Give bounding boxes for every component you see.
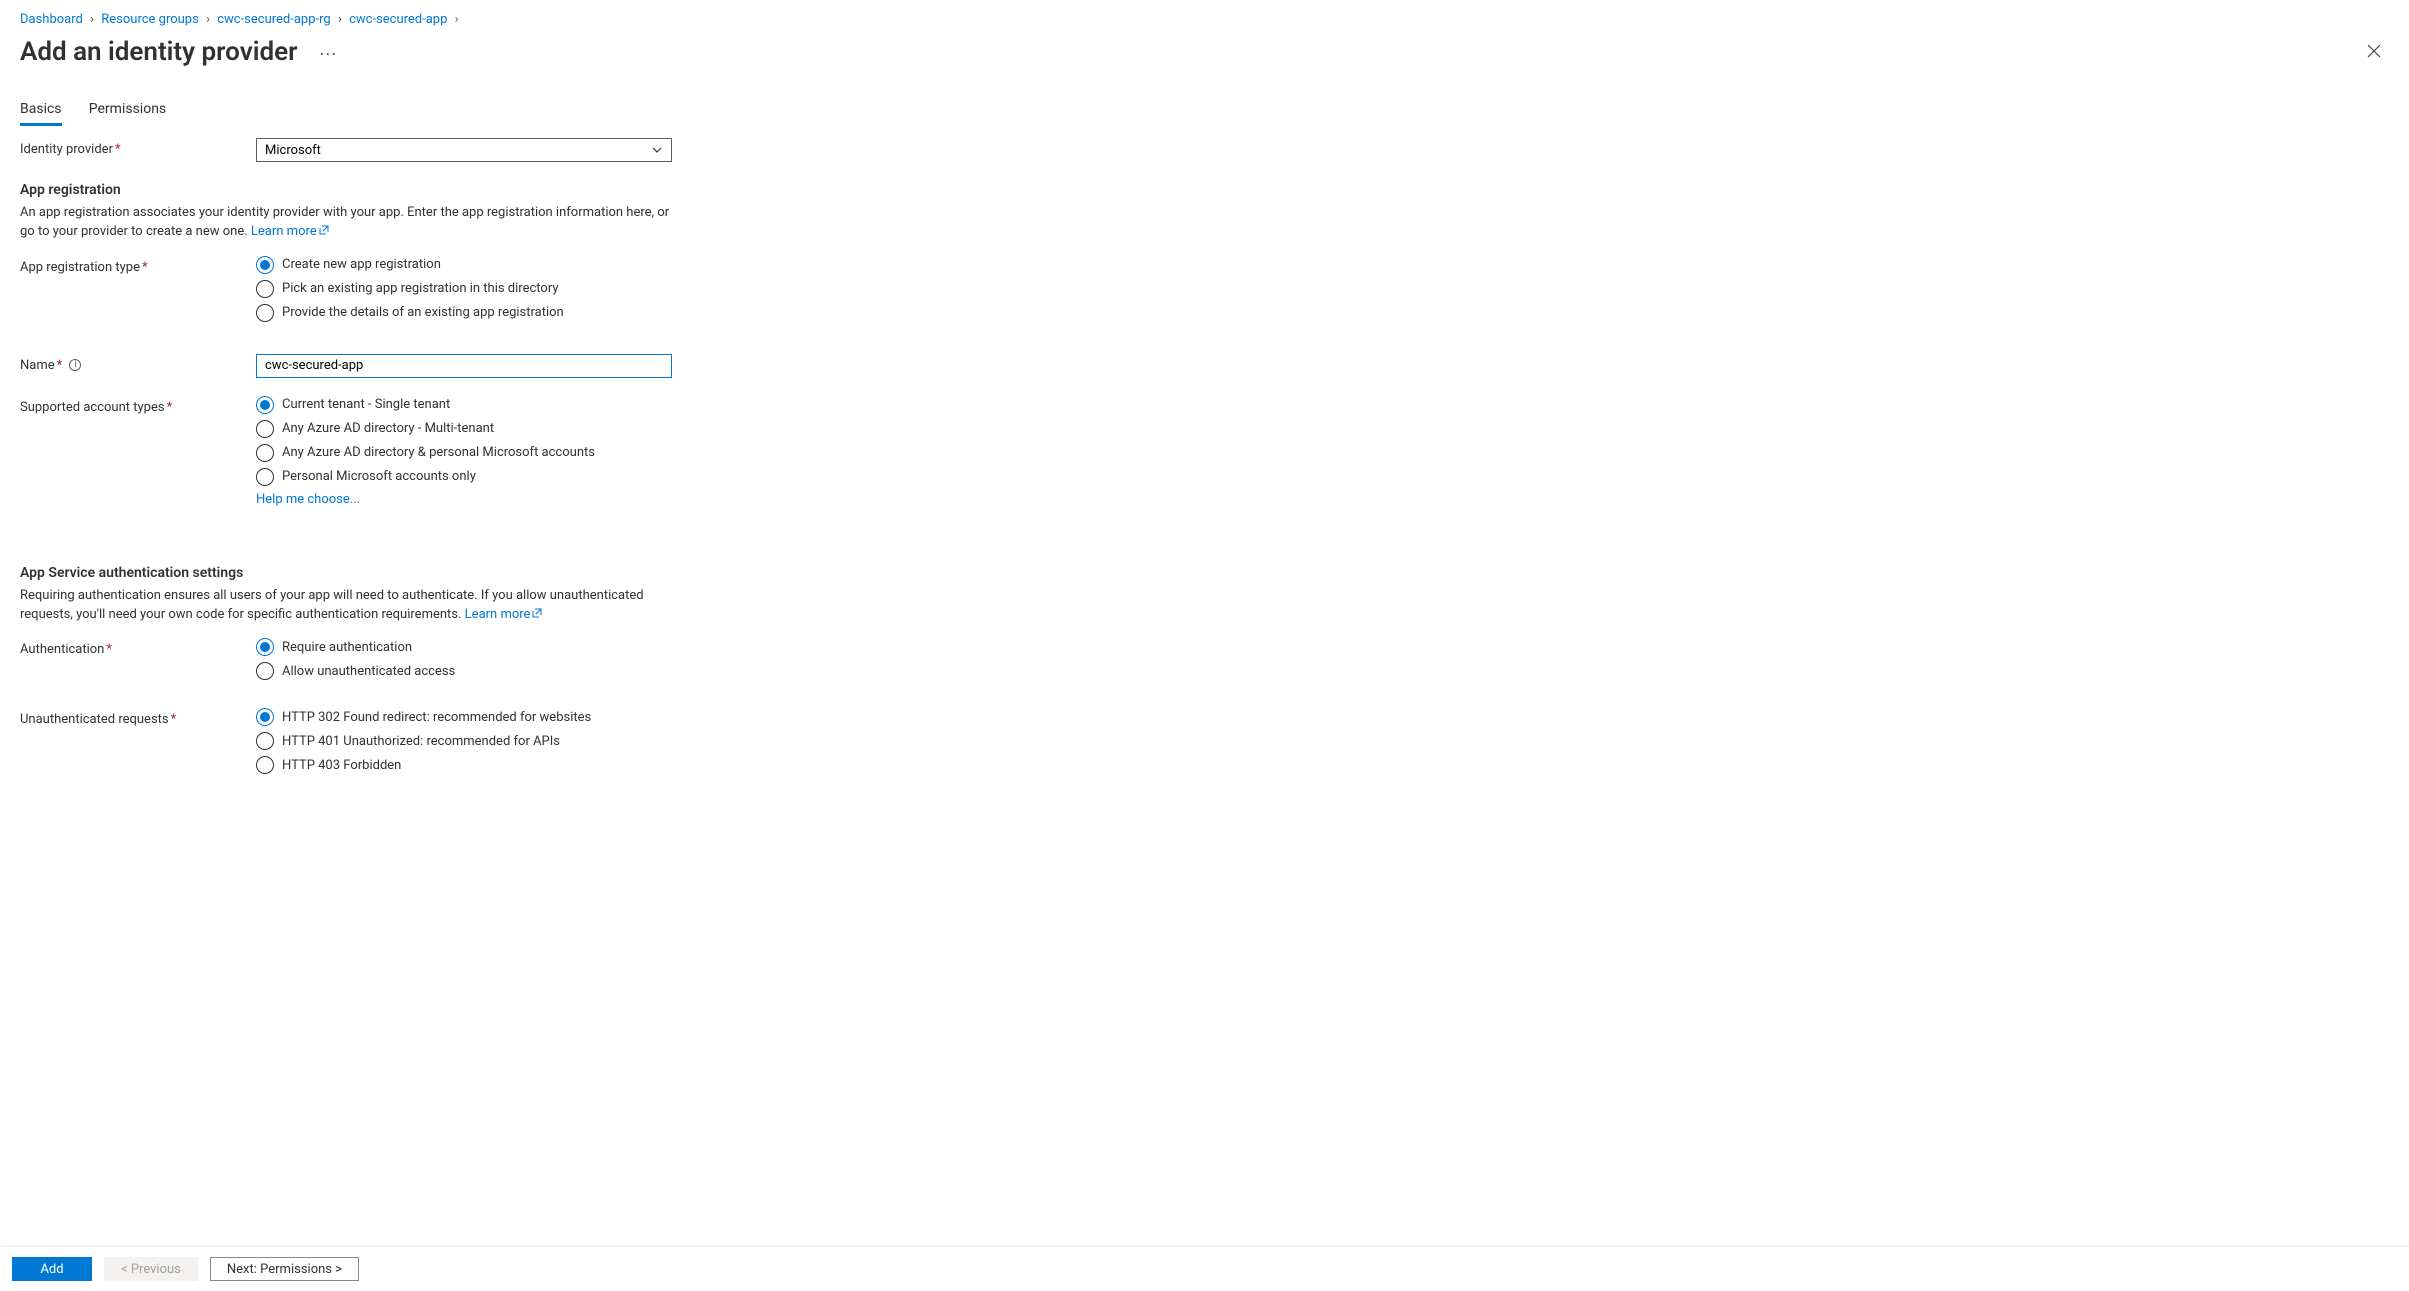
radio-icon (256, 756, 274, 774)
radio-label: Provide the details of an existing app r… (282, 305, 564, 320)
radio-allow-unauthenticated[interactable]: Allow unauthenticated access (256, 662, 455, 680)
identity-provider-label: Identity provider (20, 142, 113, 157)
breadcrumb-link-rg-name[interactable]: cwc-secured-app-rg (217, 12, 331, 27)
breadcrumb-link-dashboard[interactable]: Dashboard (20, 12, 83, 27)
name-input[interactable] (256, 354, 672, 378)
radio-icon (256, 420, 274, 438)
page-title: Add an identity provider (20, 37, 297, 67)
radio-http-403[interactable]: HTTP 403 Forbidden (256, 756, 591, 774)
radio-label: Pick an existing app registration in thi… (282, 281, 559, 296)
name-label: Name (20, 358, 55, 373)
help-me-choose-link[interactable]: Help me choose... (256, 492, 360, 507)
radio-icon (256, 732, 274, 750)
auth-settings-description: Requiring authentication ensures all use… (20, 588, 644, 622)
external-link-icon (319, 223, 329, 233)
required-indicator: * (171, 712, 177, 727)
identity-provider-select[interactable]: Microsoft (256, 138, 672, 162)
radio-http-302[interactable]: HTTP 302 Found redirect: recommended for… (256, 708, 591, 726)
required-indicator: * (167, 400, 173, 415)
radio-require-authentication[interactable]: Require authentication (256, 638, 455, 656)
radio-icon (256, 396, 274, 414)
required-indicator: * (142, 260, 148, 275)
radio-label: Personal Microsoft accounts only (282, 469, 476, 484)
radio-icon (256, 280, 274, 298)
supported-account-types-label: Supported account types (20, 400, 165, 415)
app-registration-description: An app registration associates your iden… (20, 205, 669, 239)
auth-settings-learn-more-link[interactable]: Learn more (465, 607, 543, 622)
radio-label: Create new app registration (282, 257, 441, 272)
chevron-right-icon: › (86, 12, 98, 27)
radio-any-azure-ad-multi[interactable]: Any Azure AD directory - Multi-tenant (256, 420, 595, 438)
radio-any-azure-ad-personal[interactable]: Any Azure AD directory & personal Micros… (256, 444, 595, 462)
radio-icon (256, 662, 274, 680)
authentication-label: Authentication (20, 642, 104, 657)
external-link-icon (532, 606, 542, 616)
radio-personal-only[interactable]: Personal Microsoft accounts only (256, 468, 595, 486)
radio-icon (256, 708, 274, 726)
radio-icon (256, 468, 274, 486)
radio-label: Require authentication (282, 640, 412, 655)
tabs: Basics Permissions (20, 95, 2389, 126)
radio-label: Current tenant - Single tenant (282, 397, 450, 412)
app-registration-type-label: App registration type (20, 260, 140, 275)
chevron-right-icon: › (334, 12, 346, 27)
radio-label: HTTP 302 Found redirect: recommended for… (282, 710, 591, 725)
radio-label: Any Azure AD directory - Multi-tenant (282, 421, 494, 436)
radio-pick-existing-app-registration[interactable]: Pick an existing app registration in thi… (256, 280, 564, 298)
radio-icon (256, 304, 274, 322)
radio-http-401[interactable]: HTTP 401 Unauthorized: recommended for A… (256, 732, 591, 750)
required-indicator: * (106, 642, 112, 657)
app-registration-learn-more-link[interactable]: Learn more (251, 224, 329, 239)
app-registration-heading: App registration (20, 182, 2389, 198)
required-indicator: * (57, 358, 63, 373)
auth-settings-heading: App Service authentication settings (20, 565, 2389, 581)
info-icon[interactable]: i (69, 359, 81, 371)
close-icon[interactable] (2359, 39, 2389, 66)
footer: Add < Previous Next: Permissions > (0, 1246, 2409, 1291)
radio-label: Any Azure AD directory & personal Micros… (282, 445, 595, 460)
radio-icon (256, 256, 274, 274)
add-button[interactable]: Add (12, 1257, 92, 1281)
radio-current-tenant-single[interactable]: Current tenant - Single tenant (256, 396, 595, 414)
unauthenticated-requests-label: Unauthenticated requests (20, 712, 169, 727)
chevron-right-icon: › (202, 12, 214, 27)
breadcrumb-link-app-name[interactable]: cwc-secured-app (349, 12, 447, 27)
required-indicator: * (115, 142, 121, 157)
tab-permissions[interactable]: Permissions (89, 95, 166, 123)
radio-provide-details-existing[interactable]: Provide the details of an existing app r… (256, 304, 564, 322)
radio-label: HTTP 401 Unauthorized: recommended for A… (282, 734, 560, 749)
radio-create-new-app-registration[interactable]: Create new app registration (256, 256, 564, 274)
tab-basics[interactable]: Basics (20, 95, 62, 126)
breadcrumb: Dashboard › Resource groups › cwc-secure… (20, 8, 2389, 37)
radio-label: Allow unauthenticated access (282, 664, 455, 679)
more-actions-icon[interactable]: ⋯ (319, 44, 338, 65)
next-permissions-button[interactable]: Next: Permissions > (210, 1257, 359, 1281)
chevron-right-icon: › (451, 12, 463, 27)
radio-icon (256, 444, 274, 462)
radio-icon (256, 638, 274, 656)
radio-label: HTTP 403 Forbidden (282, 758, 401, 773)
previous-button: < Previous (104, 1257, 198, 1281)
breadcrumb-link-resource-groups[interactable]: Resource groups (101, 12, 199, 27)
